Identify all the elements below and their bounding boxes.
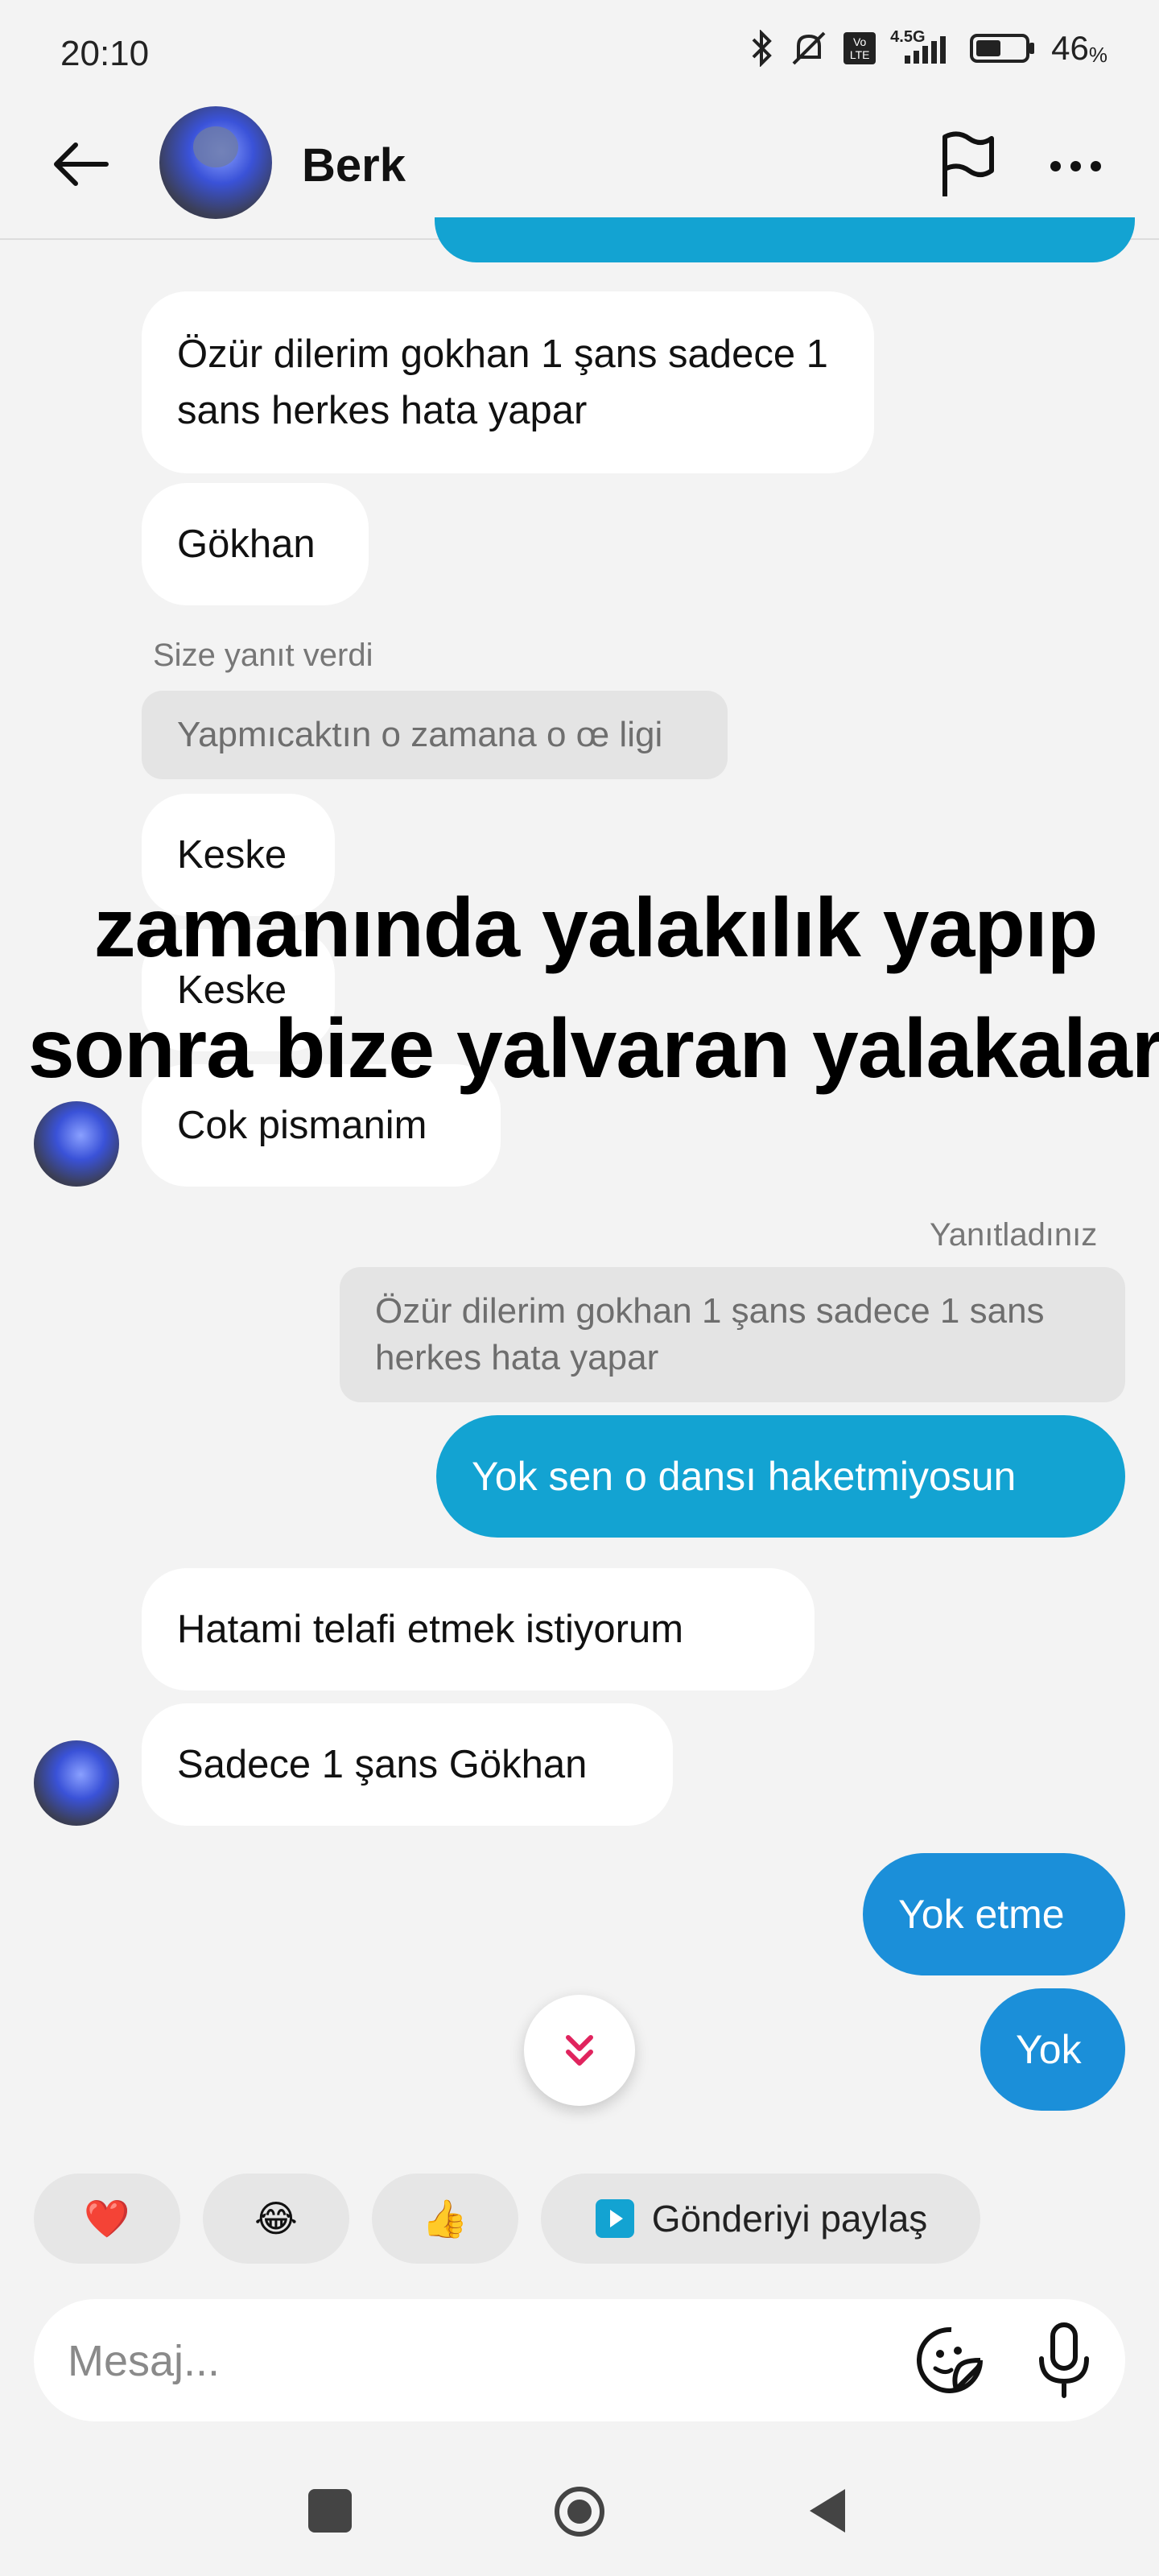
back-nav-button[interactable] — [805, 2484, 850, 2537]
thumbs-up-emoji-icon: 👍 — [422, 2197, 468, 2240]
voice-message-button[interactable] — [1025, 2320, 1103, 2405]
quoted-reply[interactable]: Yapmıcaktın o zamana o œ ligi — [142, 691, 728, 779]
share-post-button[interactable]: Gönderiyi paylaş — [541, 2174, 980, 2264]
quoted-reply[interactable]: Özür dilerim gokhan 1 şans sadece 1 sans… — [340, 1267, 1125, 1402]
back-triangle-icon — [810, 2489, 845, 2533]
quick-reaction-heart[interactable]: ❤️ — [34, 2174, 180, 2264]
reply-meta: Size yanıt verdi — [153, 638, 373, 673]
play-box-icon — [595, 2199, 634, 2238]
dot-icon — [1090, 160, 1101, 171]
home-circle-icon — [555, 2487, 604, 2537]
muted-bell-icon — [792, 31, 826, 65]
status-time: 20:10 — [60, 34, 150, 73]
battery-percent: 46% — [1051, 29, 1107, 67]
sticker-icon — [917, 2326, 983, 2393]
message-text: Yok — [1016, 2027, 1082, 2072]
heart-emoji-icon: ❤️ — [84, 2197, 130, 2240]
message-text: Gökhan — [177, 522, 316, 566]
sender-avatar[interactable] — [34, 1101, 119, 1187]
back-arrow-icon — [54, 142, 109, 186]
message-input[interactable]: Mesaj... — [68, 2336, 220, 2386]
message-text: Keske — [177, 833, 287, 877]
message-incoming[interactable]: Hatami telafi etmek istiyorum — [142, 1568, 815, 1690]
message-incoming[interactable]: Gökhan — [142, 483, 369, 605]
laughing-emoji-icon: 😂 — [254, 2198, 298, 2240]
quoted-text: Yapmıcaktın o zamana o œ ligi — [177, 715, 663, 754]
overlay-caption-line-1: zamanında yalakılık yapıp — [93, 881, 1099, 975]
message-text: Hatami telafi etmek istiyorum — [177, 1608, 684, 1651]
back-button[interactable] — [43, 137, 118, 192]
dot-icon — [1070, 160, 1081, 171]
message-incoming[interactable]: Sadece 1 şans Gökhan — [142, 1703, 673, 1826]
scroll-to-bottom-button[interactable] — [524, 1995, 635, 2106]
flag-icon — [942, 131, 994, 196]
overlay-caption-line-2: sonra bize yalvaran yalakalar — [27, 1002, 1159, 1096]
quoted-text: Özür dilerim gokhan 1 şans sadece 1 sans… — [375, 1291, 1045, 1377]
outgoing-bubble-partial[interactable] — [435, 217, 1135, 262]
quick-reaction-laugh[interactable]: 😂 — [203, 2174, 349, 2264]
message-text: Yok sen o dansı haketmiyosun — [472, 1454, 1017, 1499]
more-options-button[interactable] — [1038, 129, 1112, 203]
message-incoming[interactable]: Özür dilerim gokhan 1 şans sadece 1 sans… — [142, 291, 874, 473]
signal-icon: 4.5G — [890, 28, 955, 67]
status-icons: Vo LTE 4.5G 46% — [750, 28, 1107, 68]
dot-icon — [1050, 160, 1061, 171]
report-button[interactable] — [930, 129, 1004, 203]
share-post-label: Gönderiyi paylaş — [651, 2198, 928, 2240]
sender-avatar[interactable] — [34, 1740, 119, 1826]
message-outgoing[interactable]: Yok sen o dansı haketmiyosun — [436, 1415, 1125, 1538]
message-text: Sadece 1 şans Gökhan — [177, 1743, 588, 1786]
message-outgoing[interactable]: Yok etme — [863, 1853, 1125, 1975]
message-text: Özür dilerim gokhan 1 şans sadece 1 sans… — [177, 332, 828, 432]
home-nav-button[interactable] — [553, 2485, 606, 2538]
battery-icon — [970, 34, 1035, 63]
sticker-button[interactable] — [911, 2322, 988, 2399]
recents-nav-button[interactable] — [308, 2489, 352, 2533]
message-text: Yok etme — [898, 1892, 1065, 1937]
message-outgoing[interactable]: Yok — [980, 1988, 1125, 2111]
contact-avatar[interactable] — [159, 106, 272, 219]
quick-reaction-thumbs-up[interactable]: 👍 — [372, 2174, 518, 2264]
volte-badge: Vo LTE — [843, 32, 876, 64]
bluetooth-icon — [752, 30, 772, 67]
microphone-icon — [1039, 2322, 1089, 2398]
reply-meta: Yanıtladınız — [930, 1217, 1098, 1253]
double-chevron-down-icon — [566, 2035, 593, 2066]
message-text: Cok pismanim — [177, 1104, 427, 1147]
contact-name[interactable]: Berk — [302, 138, 406, 192]
